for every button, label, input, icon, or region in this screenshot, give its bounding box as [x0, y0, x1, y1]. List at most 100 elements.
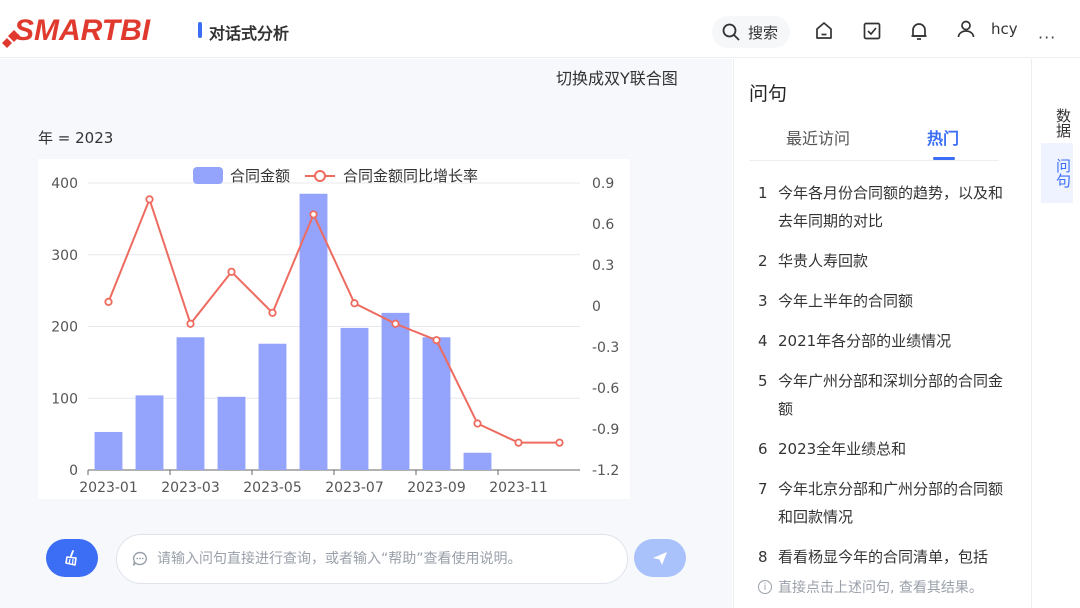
- home-icon[interactable]: [813, 20, 835, 42]
- broom-icon: [65, 550, 77, 566]
- bar: [340, 327, 369, 470]
- question-text: 今年各月份合同额的趋势，以及和去年同期的对比: [778, 184, 1004, 230]
- hot-question-list: 1 今年各月份合同额的趋势，以及和去年同期的对比 2 华贵人寿回款 3 今年上半…: [758, 179, 1008, 579]
- list-item[interactable]: 6 2023全年业绩总和: [758, 435, 1008, 463]
- question-number: 1: [758, 184, 768, 202]
- tab-divider: [749, 160, 999, 161]
- question-number: 5: [758, 372, 768, 390]
- bar: [258, 343, 287, 470]
- send-button[interactable]: [634, 539, 686, 577]
- line-point: [350, 299, 359, 308]
- legend-label: 合同金额同比增长率: [343, 167, 478, 185]
- list-item[interactable]: 2 华贵人寿回款: [758, 247, 1008, 275]
- x-tick-label: 2023-03: [161, 480, 220, 496]
- line-point: [432, 336, 441, 345]
- y-right-tick-label: 0: [592, 299, 601, 315]
- question-number: 4: [758, 332, 768, 350]
- legend-bar-swatch: [193, 167, 223, 184]
- question-input[interactable]: [157, 551, 597, 567]
- list-item[interactable]: 1 今年各月份合同额的趋势，以及和去年同期的对比: [758, 179, 1008, 235]
- x-tick-label: 2023-01: [79, 480, 138, 496]
- send-icon: [653, 552, 667, 565]
- question-text: 2021年各分部的业绩情况: [778, 332, 952, 350]
- y-left-tick-label: 400: [51, 176, 78, 192]
- line-point: [309, 210, 318, 219]
- x-tick-label: 2023-09: [407, 480, 466, 496]
- list-item[interactable]: 5 今年广州分部和深圳分部的合同金额: [758, 367, 1008, 423]
- question-number: 3: [758, 292, 768, 310]
- bar: [94, 431, 123, 470]
- bar: [422, 337, 451, 470]
- y-right-tick-label: -1.2: [592, 463, 619, 479]
- info-icon: i: [758, 580, 772, 594]
- legend-label: 合同金额: [230, 167, 290, 185]
- bell-icon[interactable]: [908, 20, 930, 42]
- more-menu-button[interactable]: ···: [1038, 28, 1056, 47]
- question-input-box[interactable]: [116, 534, 628, 584]
- line-point: [227, 267, 236, 276]
- y-right-tick-label: 0.3: [592, 258, 614, 274]
- question-number: 6: [758, 440, 768, 458]
- panel-hint: i 直接点击上述问句, 查看其结果。: [758, 577, 1018, 597]
- x-tick-label: 2023-11: [489, 480, 548, 496]
- line-point: [186, 319, 195, 328]
- tab-hot[interactable]: 热门: [927, 125, 959, 149]
- bar: [135, 395, 164, 470]
- line-point: [145, 195, 154, 204]
- tab-recent[interactable]: 最近访问: [786, 125, 850, 149]
- bar: [463, 452, 492, 470]
- main-content: 切换成双Y联合图 年 = 2023 0 100 200 300 400 -1.2 -0.9 -…: [0, 59, 732, 608]
- y-right-tick-label: -0.9: [592, 422, 619, 438]
- line-point: [514, 438, 523, 447]
- y-left-tick-label: 100: [51, 391, 78, 407]
- line-point: [104, 297, 113, 306]
- series-line: [107, 196, 560, 444]
- line-point: [555, 438, 564, 447]
- x-tick-label: 2023-07: [325, 480, 384, 496]
- smartbi-logo[interactable]: SMARTBI: [2, 10, 177, 50]
- search-icon: [722, 23, 740, 41]
- bar: [217, 396, 246, 470]
- bar: [176, 337, 205, 470]
- line-point: [391, 319, 400, 328]
- line-point: [268, 308, 277, 317]
- y-right-tick-label: 0.9: [592, 176, 614, 192]
- y-right-tick-label: -0.6: [592, 381, 619, 397]
- y-right-tick-label: 0.6: [592, 217, 614, 233]
- list-item[interactable]: 4 2021年各分部的业绩情况: [758, 327, 1008, 355]
- list-item[interactable]: 7 今年北京分部和广州分部的合同额和回款情况: [758, 475, 1008, 531]
- question-number: 2: [758, 252, 768, 270]
- question-text: 今年广州分部和深圳分部的合同金额: [778, 372, 1004, 418]
- question-text: 看看杨显今年的合同清单，包括: [778, 548, 989, 566]
- hint-text: 直接点击上述问句, 查看其结果。: [778, 580, 983, 596]
- top-header: SMARTBI 对话式分析 搜索 hcy ···: [0, 0, 1080, 58]
- y-left-tick-label: 0: [69, 463, 78, 479]
- clear-button[interactable]: [46, 539, 98, 577]
- list-item[interactable]: 3 今年上半年的合同额: [758, 287, 1008, 315]
- chat-icon: [132, 551, 147, 566]
- question-text: 2023全年业绩总和: [778, 440, 907, 458]
- search-button[interactable]: 搜索: [712, 16, 790, 48]
- question-panel: 问句 最近访问 热门 1 今年各月份合同额的趋势，以及和去年同期的对比 2 华贵…: [733, 59, 1031, 608]
- question-text: 今年上半年的合同额: [778, 292, 914, 310]
- switch-dual-y-chart-link[interactable]: 切换成双Y联合图: [556, 65, 678, 89]
- x-tick-label: 2023-05: [243, 480, 302, 496]
- question-text: 今年北京分部和广州分部的合同额和回款情况: [778, 480, 1004, 526]
- question-number: 8: [758, 548, 768, 566]
- task-icon[interactable]: [861, 20, 883, 42]
- legend-line-marker: [314, 170, 326, 182]
- y-right-tick-label: -0.3: [592, 340, 619, 356]
- logo-text: SMARTBI: [14, 14, 151, 47]
- search-label: 搜索: [748, 23, 779, 42]
- combo-chart: 0 100 200 300 400 -1.2 -0.9 -0.6 -0.3 0 0.3 0.6 0.9 2…: [51, 167, 619, 496]
- y-left-tick-label: 200: [51, 320, 78, 336]
- user-icon: [957, 20, 975, 38]
- bar: [381, 312, 410, 470]
- side-tab-ask[interactable]: 问句: [1041, 143, 1073, 203]
- list-item[interactable]: 8 看看杨显今年的合同清单，包括: [758, 543, 1008, 571]
- side-tab-bar: 数据 问句: [1031, 59, 1080, 608]
- question-number: 7: [758, 480, 768, 498]
- username: hcy: [991, 20, 1018, 38]
- user-menu[interactable]: hcy: [955, 18, 1018, 40]
- chart-card: 0 100 200 300 400 -1.2 -0.9 -0.6 -0.3 0 0.3 0.6 0.9 2…: [38, 159, 630, 499]
